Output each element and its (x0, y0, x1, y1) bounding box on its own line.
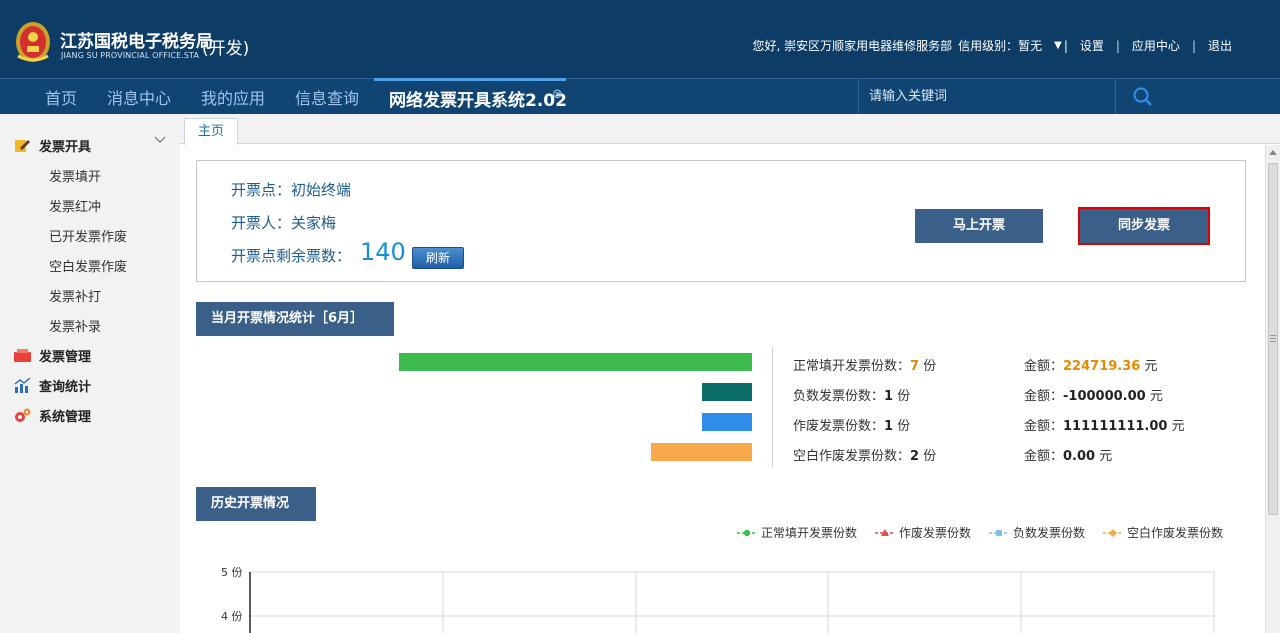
sidebar: 发票开具 发票填开 发票红冲 已开发票作废 空白发票作废 发票补打 发票补录 发… (0, 114, 180, 633)
sidebar-group-invoice-issue[interactable]: 发票开具 (14, 136, 91, 155)
user-area: 您好, 崇安区万顺家用电器维修服务部 信用级别：暂无 ▼ | 设置 | 应用中心 … (752, 37, 1232, 54)
sidebar-item-reprint[interactable]: 发票补打 (49, 286, 101, 305)
sync-invoice-button[interactable]: 同步发票 (1078, 207, 1210, 245)
history-title: 历史开票情况 (196, 487, 316, 521)
edit-note-icon (15, 140, 30, 152)
stat-normal-amount: 金额：224719.36 元 (1024, 359, 1158, 374)
bar-negative-invoices (702, 383, 752, 401)
legend-void[interactable]: 作废发票份数 (875, 524, 971, 541)
chevron-down-icon[interactable] (154, 136, 166, 144)
legend-line-triangle-icon (875, 528, 896, 536)
nav-messages[interactable]: 消息中心 (107, 85, 171, 109)
stat-negative-amount: 金额：-100000.00 元 (1024, 389, 1163, 404)
legend-line-diamond-icon (1103, 528, 1124, 537)
search-box (858, 79, 1116, 114)
bar-normal-invoices (399, 353, 752, 371)
stats-divider (772, 347, 773, 467)
nav-tab-label: 网络发票开具系统2.02 (389, 91, 567, 111)
legend-blank-void[interactable]: 空白作废发票份数 (1103, 524, 1223, 541)
sidebar-group-query-stats[interactable]: 查询统计 (14, 376, 91, 395)
stat-blank-void-amount: 金额：0.00 元 (1024, 449, 1113, 464)
separator: | (1115, 38, 1120, 53)
invoice-folder-icon (14, 349, 31, 362)
nav-my-apps[interactable]: 我的应用 (201, 85, 265, 109)
sidebar-item-void-issued[interactable]: 已开发票作废 (49, 226, 127, 245)
close-tab-icon[interactable]: ⊗ (552, 87, 563, 102)
y-tick-4: 4 份 (221, 610, 243, 623)
month-stats-title: 当月开票情况统计［6月］ (196, 302, 394, 336)
app-center-link[interactable]: 应用中心 (1132, 37, 1180, 54)
sidebar-group-label: 系统管理 (39, 410, 92, 425)
search-icon[interactable] (1132, 87, 1154, 107)
stat-normal-count: 正常填开发票份数：7 份 (793, 359, 937, 374)
stat-void-amount: 金额：111111111.00 元 (1024, 419, 1185, 434)
sidebar-item-fill-invoice[interactable]: 发票填开 (49, 166, 101, 185)
nav-home[interactable]: 首页 (45, 85, 77, 109)
sidebar-group-invoice-manage[interactable]: 发票管理 (14, 346, 91, 365)
sidebar-item-red-invoice[interactable]: 发票红冲 (49, 196, 101, 215)
credit-level: 信用级别：暂无 (958, 39, 1043, 53)
stat-void-count: 作废发票份数：1 份 (793, 419, 911, 434)
refresh-button[interactable]: 刷新 (412, 247, 464, 269)
environment-label: (开发) (202, 39, 250, 59)
main-nav: 首页 消息中心 我的应用 信息查询 网络发票开具系统2.02 ⊗ (0, 78, 1280, 114)
stat-negative-count: 负数发票份数：1 份 (793, 389, 911, 404)
site-title: 江苏国税电子税务局 (60, 32, 213, 52)
history-legend: 正常填开发票份数 作废发票份数 负数发票份数 空白作废发票份数 (737, 524, 1223, 541)
caret-down-icon[interactable]: ▼ (1054, 40, 1062, 51)
vertical-scrollbar[interactable] (1265, 145, 1280, 633)
tab-home[interactable]: 主页 (184, 118, 238, 145)
bar-chart-icon (14, 378, 31, 393)
sidebar-group-label: 发票管理 (39, 350, 92, 365)
scroll-up-arrow-icon[interactable] (1269, 150, 1277, 155)
stat-blank-void-count: 空白作废发票份数：2 份 (793, 449, 937, 464)
gear-icon (15, 408, 31, 422)
invoice-point: 开票点：初始终端 (231, 181, 352, 199)
tab-strip: 主页 (180, 114, 1280, 145)
invoice-issuer: 开票人：关家梅 (231, 214, 337, 232)
sidebar-group-system-manage[interactable]: 系统管理 (14, 406, 91, 425)
legend-line-dot-icon (737, 529, 757, 536)
sidebar-group-label: 查询统计 (39, 380, 92, 395)
sidebar-group-label: 发票开具 (39, 140, 92, 155)
sidebar-item-void-blank[interactable]: 空白发票作废 (49, 256, 127, 275)
bar-blank-void-invoices (651, 443, 752, 461)
nav-tab-invoice-system[interactable]: 网络发票开具系统2.02 ⊗ (374, 78, 567, 115)
invoice-point-panel: 开票点：初始终端 开票人：关家梅 开票点剩余票数： 140 刷新 马上开票 同步… (196, 160, 1246, 282)
legend-negative[interactable]: 负数发票份数 (989, 524, 1085, 541)
scroll-grip-icon (1270, 335, 1276, 342)
settings-link[interactable]: 设置 (1080, 37, 1104, 54)
remaining-label: 开票点剩余票数： (231, 247, 352, 265)
header: 江苏国税电子税务局 JIANG SU PROVINCIAL OFFICE.STA… (0, 0, 1280, 78)
site-subtitle: JIANG SU PROVINCIAL OFFICE.STA (61, 51, 200, 60)
user-greeting: 您好, 崇安区万顺家用电器维修服务部 (752, 39, 953, 53)
bar-void-invoices (702, 413, 752, 431)
nav-info-query[interactable]: 信息查询 (295, 85, 359, 109)
remaining-count: 140 (360, 238, 406, 266)
legend-line-square-icon (989, 529, 1010, 536)
logout-link[interactable]: 退出 (1208, 37, 1232, 54)
separator: | (1191, 38, 1196, 53)
y-tick-5: 5 份 (221, 566, 243, 579)
legend-normal[interactable]: 正常填开发票份数 (737, 524, 857, 541)
tax-emblem-icon (16, 22, 50, 62)
history-chart-grid (248, 571, 1215, 633)
sidebar-item-supplement[interactable]: 发票补录 (49, 316, 101, 335)
issue-now-button[interactable]: 马上开票 (915, 209, 1043, 243)
search-input[interactable] (859, 79, 1115, 114)
